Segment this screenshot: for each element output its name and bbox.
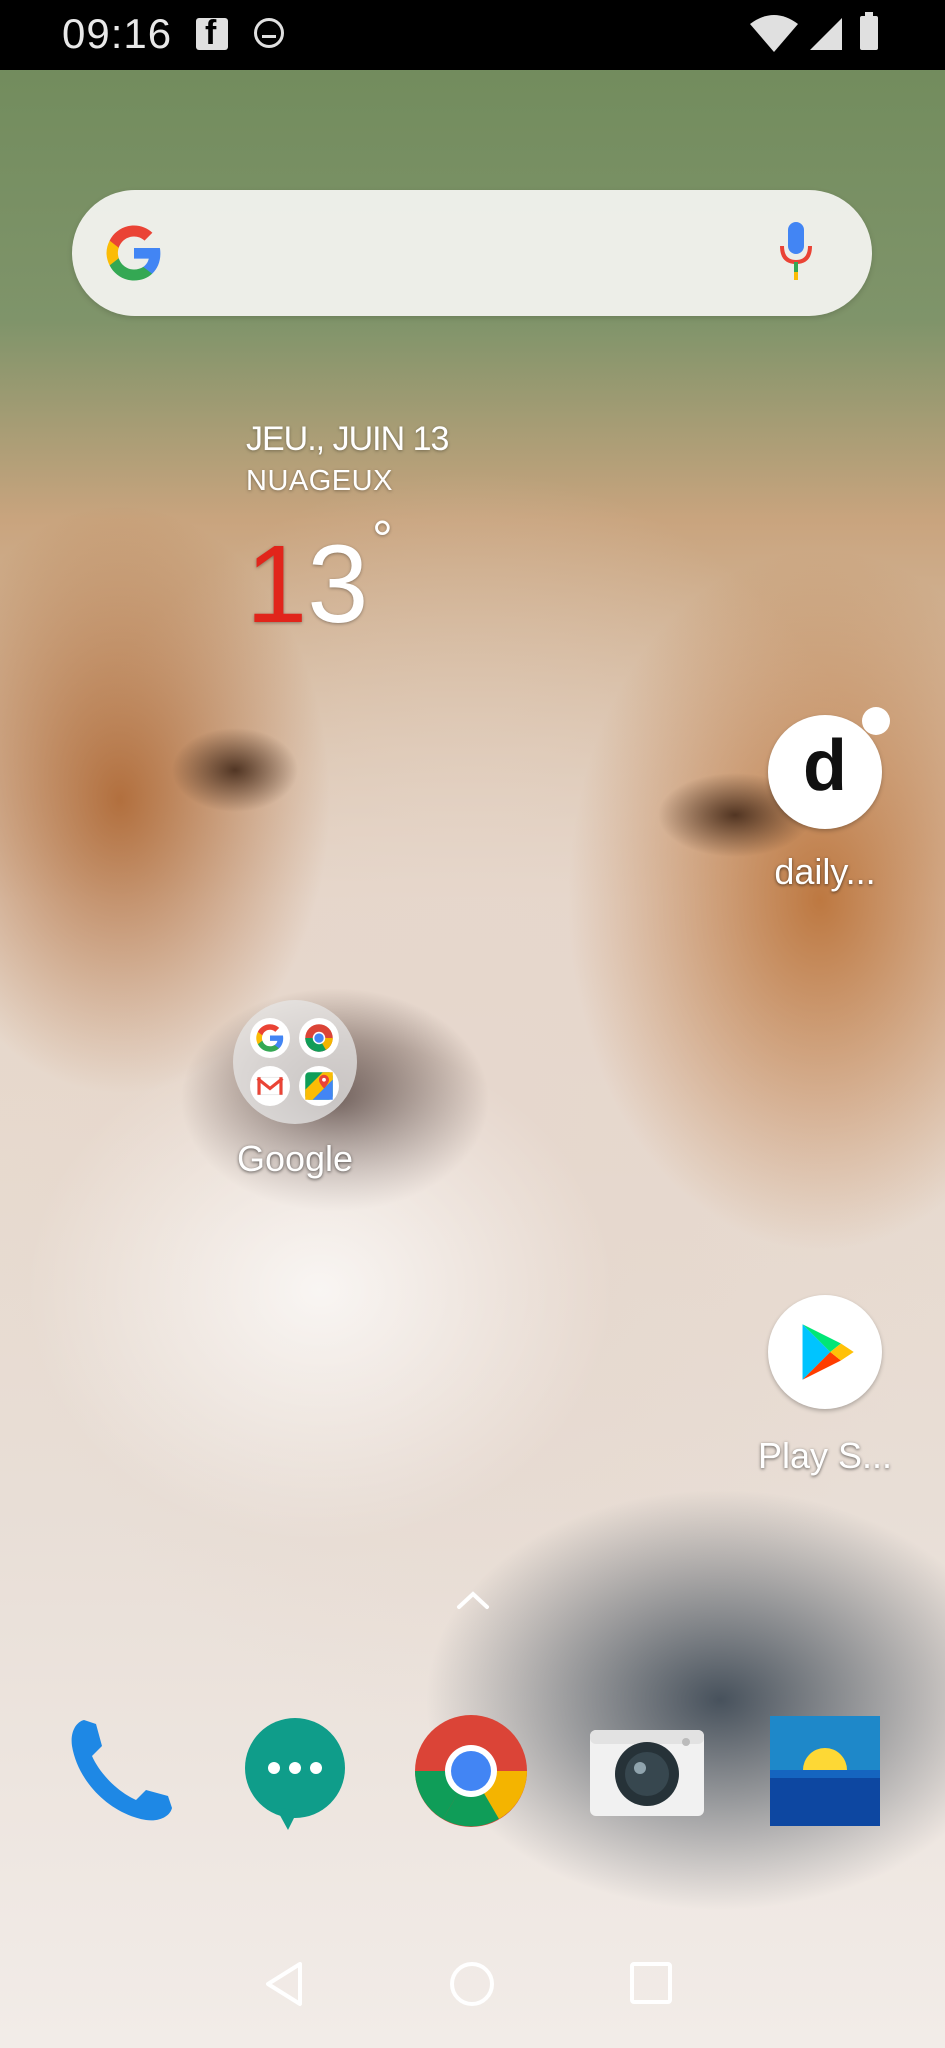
home-icon[interactable] (450, 1962, 494, 2006)
google-search-bar[interactable] (72, 190, 872, 316)
folder-google[interactable]: Google (210, 1000, 380, 1180)
app-label: Play S... (757, 1435, 893, 1476)
weather-widget[interactable]: JEU., JUIN 13 NUAGEUX 13 ° (246, 420, 449, 640)
notification-dot (862, 707, 890, 735)
weather-condition: NUAGEUX (246, 465, 393, 497)
weather-temperature: 13 ° (246, 514, 393, 640)
weather-date: JEU., JUIN 13 (246, 420, 449, 458)
recents-icon[interactable] (630, 1962, 672, 2004)
messages-icon[interactable] (236, 1712, 354, 1830)
dailymotion-icon: d (768, 707, 890, 829)
chrome-icon[interactable] (412, 1712, 530, 1830)
phone-icon[interactable] (62, 1712, 180, 1830)
mic-icon[interactable] (774, 220, 818, 284)
app-drawer-arrow-icon[interactable] (456, 1590, 490, 1610)
google-icon (250, 1018, 290, 1058)
camera-icon[interactable] (588, 1712, 706, 1830)
app-dailymotion[interactable]: d daily... (745, 707, 905, 893)
status-time: 09:16 (62, 10, 173, 57)
status-bar: 09:16 f (0, 0, 945, 70)
signal-icon (810, 18, 842, 50)
maps-icon (299, 1066, 339, 1106)
google-g-icon (106, 225, 161, 281)
app-label: daily... (774, 851, 876, 892)
wifi-icon (750, 15, 798, 52)
home-screen: 09:16 f JEU., JUIN 13 NUAGEUX 13 ° d dai… (0, 0, 945, 2048)
facebook-icon: f (196, 14, 228, 52)
play-store-icon (768, 1295, 882, 1409)
temperature-rest-digits: 3 (307, 523, 369, 646)
weather-icon[interactable] (766, 1712, 884, 1830)
degree-symbol: ° (372, 511, 393, 569)
temperature-first-digit: 1 (246, 523, 308, 646)
messenger-icon (254, 18, 284, 48)
google-folder-icon (233, 1000, 357, 1124)
chrome-icon (299, 1018, 339, 1058)
app-play-store[interactable]: Play S... (745, 1295, 905, 1477)
battery-icon (860, 12, 878, 50)
app-label: Google (236, 1138, 354, 1179)
back-icon[interactable] (262, 1960, 306, 2008)
gmail-icon (250, 1066, 290, 1106)
